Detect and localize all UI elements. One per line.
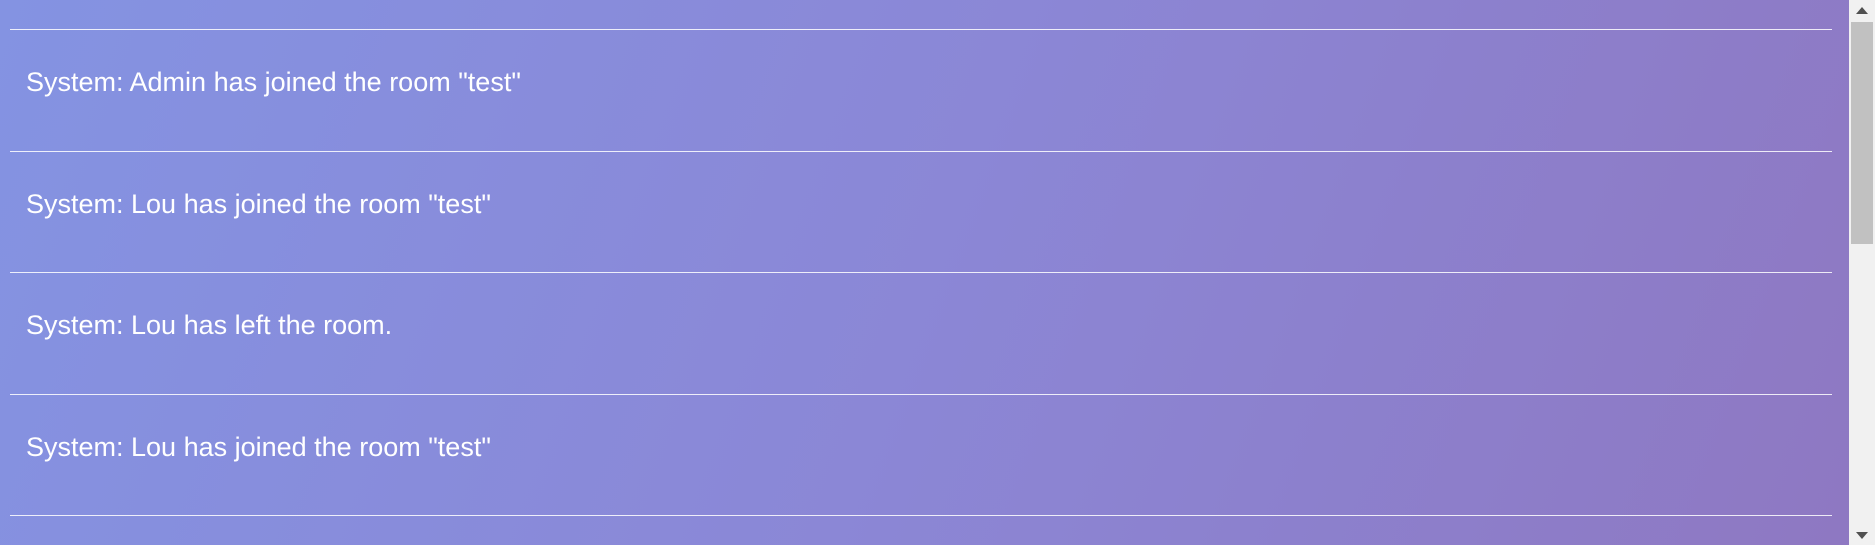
triangle-up-icon — [1856, 6, 1868, 14]
message-item: System: Lou has joined the room "test" — [10, 393, 1832, 516]
scroll-thumb[interactable] — [1851, 22, 1873, 244]
message-item: System: Lou has joined the room "test" — [10, 150, 1832, 273]
chat-message-area: System: Admin has joined the room "test"… — [0, 0, 1849, 545]
scroll-down-button[interactable] — [1849, 525, 1875, 545]
message-list: System: Admin has joined the room "test"… — [10, 29, 1832, 516]
scroll-up-button[interactable] — [1849, 0, 1875, 20]
message-item: System: Admin has joined the room "test" — [10, 29, 1832, 151]
message-item: System: Lou has left the room. — [10, 272, 1832, 394]
vertical-scrollbar[interactable] — [1849, 0, 1875, 545]
triangle-down-icon — [1856, 531, 1868, 539]
